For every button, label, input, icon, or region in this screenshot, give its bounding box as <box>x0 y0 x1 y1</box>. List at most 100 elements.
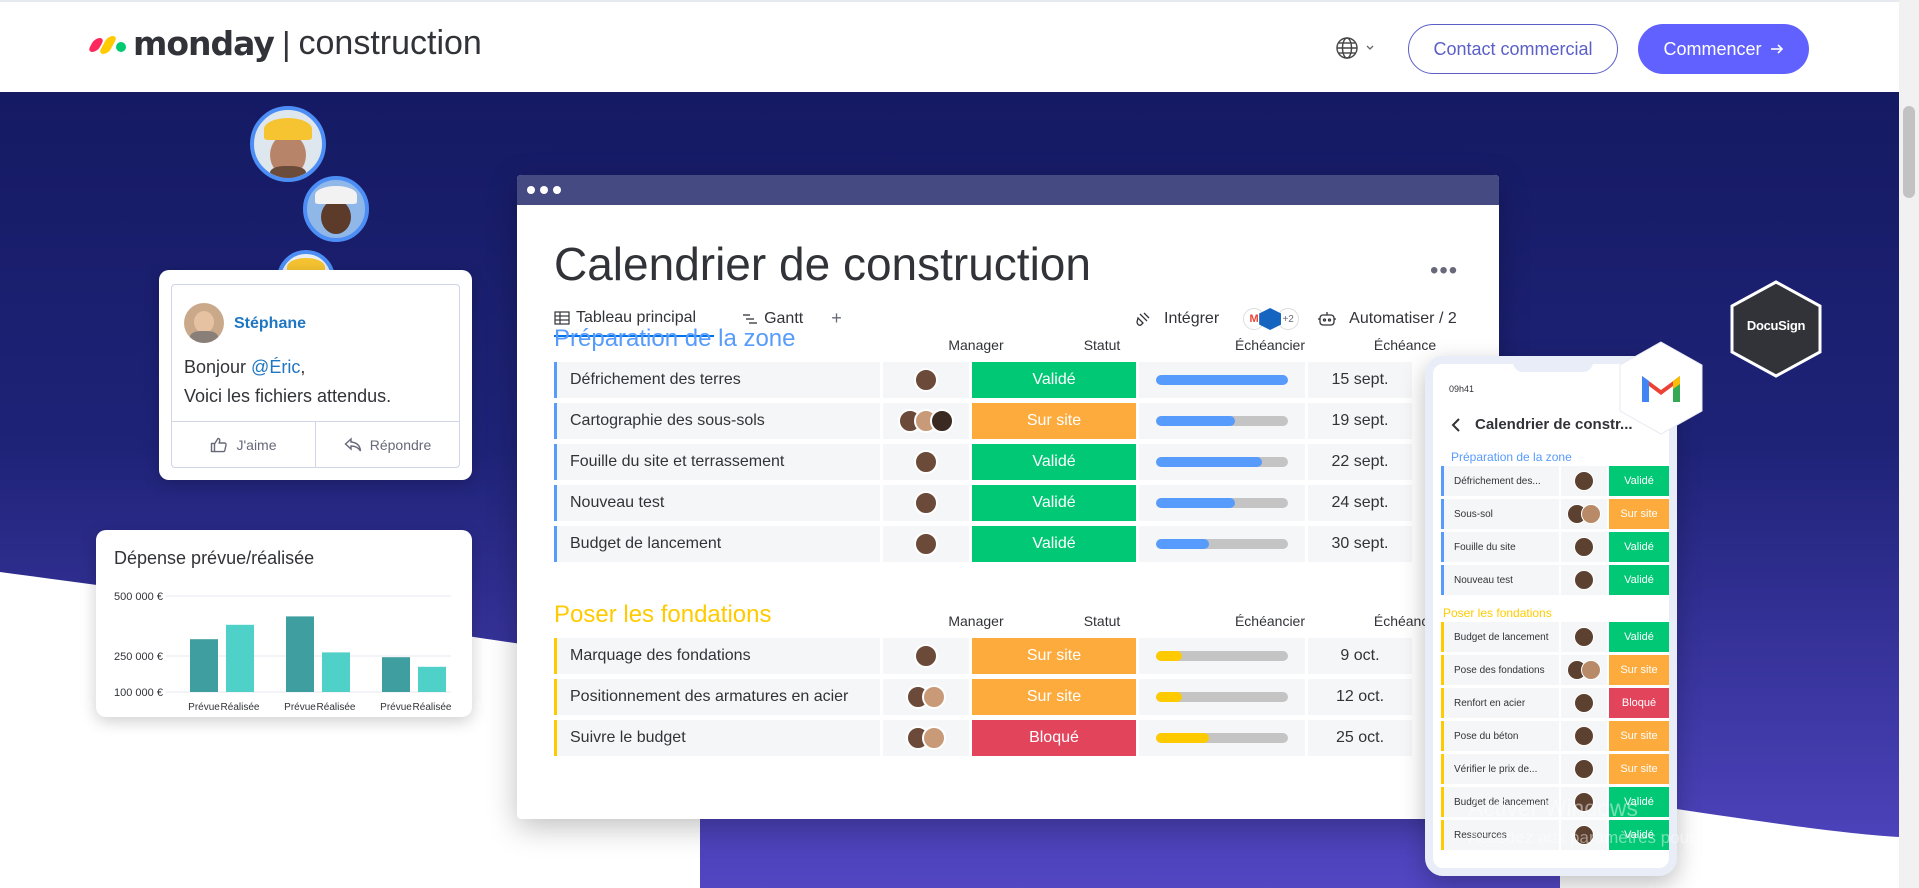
timeline-cell[interactable] <box>1139 362 1305 398</box>
automate-button[interactable]: Automatiser / 2 <box>1349 310 1457 328</box>
post-content: Stéphane Bonjour @Éric, Voici les fichie… <box>171 284 460 468</box>
manager-cell[interactable] <box>883 485 969 521</box>
status-badge[interactable]: Bloqué <box>972 720 1136 756</box>
person-avatar <box>914 532 938 556</box>
timeline-cell[interactable] <box>1139 526 1305 562</box>
task-name[interactable]: Marquage des fondations <box>554 638 880 674</box>
due-date[interactable]: 22 sept. <box>1308 444 1412 480</box>
manager-cell[interactable] <box>883 720 969 756</box>
get-started-label: Commencer <box>1663 38 1762 59</box>
mention-link[interactable]: @Éric <box>251 357 300 377</box>
contact-sales-button[interactable]: Contact commercial <box>1408 24 1618 74</box>
task-name[interactable]: Suivre le budget <box>554 720 880 756</box>
due-date[interactable]: 12 oct. <box>1308 679 1412 715</box>
phone-task-name: Fouille du site <box>1441 532 1559 562</box>
due-date[interactable]: 9 oct. <box>1308 638 1412 674</box>
status-badge[interactable]: Sur site <box>972 638 1136 674</box>
manager-cell[interactable] <box>883 362 969 398</box>
timeline-cell[interactable] <box>1139 444 1305 480</box>
table-row[interactable]: Positionnement des armatures en acier Sur… <box>554 679 1412 715</box>
phone-row[interactable]: Pose des fondations Sur site <box>1441 655 1669 685</box>
table-row[interactable]: Cartographie des sous-sols Sur site 19 sep… <box>554 403 1412 439</box>
brand-logo[interactable]: monday | construction <box>87 24 482 63</box>
language-selector[interactable] <box>1335 36 1375 60</box>
globe-icon <box>1336 37 1358 59</box>
status-badge[interactable]: Validé <box>972 526 1136 562</box>
get-started-button[interactable]: Commencer <box>1638 24 1809 74</box>
person-avatar <box>1574 471 1594 491</box>
due-date[interactable]: 25 oct. <box>1308 720 1412 756</box>
task-name[interactable]: Cartographie des sous-sols <box>554 403 880 439</box>
integration-badges[interactable]: M +2 <box>1243 308 1300 330</box>
timeline-cell[interactable] <box>1139 720 1305 756</box>
phone-status-badge: Sur site <box>1609 655 1669 685</box>
page-scrollbar[interactable] <box>1899 0 1919 888</box>
timeline-fill <box>1156 457 1262 467</box>
phone-task-name: Renfort en acier <box>1441 688 1559 718</box>
manager-cell[interactable] <box>883 679 969 715</box>
phone-row[interactable]: Nouveau test Validé <box>1441 565 1669 595</box>
status-badge[interactable]: Validé <box>972 444 1136 480</box>
status-badge[interactable]: Validé <box>972 362 1136 398</box>
task-name[interactable]: Défrichement des terres <box>554 362 880 398</box>
timeline-cell[interactable] <box>1139 485 1305 521</box>
brand-product: construction <box>298 24 482 62</box>
table-row[interactable]: Suivre le budget Bloqué 25 oct. <box>554 720 1412 756</box>
due-date[interactable]: 30 sept. <box>1308 526 1412 562</box>
manager-cell[interactable] <box>883 403 969 439</box>
table-row[interactable]: Marquage des fondations Sur site 9 oct. <box>554 638 1412 674</box>
author-avatar <box>184 303 224 343</box>
timeline-cell[interactable] <box>1139 638 1305 674</box>
group-title[interactable]: Poser les fondations <box>554 601 771 629</box>
windows-activation-subtitle: Accédez aux paramètres pour activer Wind… <box>1468 828 1828 847</box>
phone-group-title[interactable]: Poser les fondations <box>1443 606 1552 620</box>
task-name[interactable]: Nouveau test <box>554 485 880 521</box>
status-badge[interactable]: Sur site <box>972 679 1136 715</box>
due-date[interactable]: 15 sept. <box>1308 362 1412 398</box>
phone-row[interactable]: Pose du béton Sur site <box>1441 721 1669 751</box>
phone-task-name: Pose du béton <box>1441 721 1559 751</box>
phone-row[interactable]: Budget de lancement Validé <box>1441 622 1669 652</box>
add-view-button[interactable]: + <box>831 308 842 337</box>
due-date[interactable]: 19 sept. <box>1308 403 1412 439</box>
manager-cell[interactable] <box>883 638 969 674</box>
scrollbar-thumb[interactable] <box>1903 106 1915 198</box>
task-name[interactable]: Fouille du site et terrassement <box>554 444 880 480</box>
person-avatar <box>1581 504 1601 524</box>
reply-button[interactable]: Répondre <box>315 422 459 467</box>
task-name[interactable]: Positionnement des armatures en acier <box>554 679 880 715</box>
tab-main-table-label: Tableau principal <box>576 308 697 326</box>
integrate-button[interactable]: Intégrer <box>1164 310 1219 328</box>
phone-group-title[interactable]: Préparation de la zone <box>1451 450 1572 464</box>
timeline-cell[interactable] <box>1139 679 1305 715</box>
timeline-bar <box>1156 692 1288 702</box>
person-avatar <box>1574 693 1594 713</box>
manager-cell[interactable] <box>883 444 969 480</box>
group-title[interactable]: Préparation de la zone <box>554 325 796 353</box>
due-date[interactable]: 24 sept. <box>1308 485 1412 521</box>
status-badge[interactable]: Validé <box>972 485 1136 521</box>
person-avatar <box>914 644 938 668</box>
phone-row[interactable]: Renfort en acier Bloqué <box>1441 688 1669 718</box>
phone-row[interactable]: Sous-sol Sur site <box>1441 499 1669 529</box>
status-badge[interactable]: Sur site <box>972 403 1136 439</box>
back-chevron-icon[interactable] <box>1451 417 1461 432</box>
reply-icon <box>344 436 361 451</box>
person-avatar <box>914 450 938 474</box>
like-button[interactable]: J'aime <box>172 422 315 467</box>
board-more-menu-icon[interactable]: ••• <box>1430 257 1458 285</box>
table-row[interactable]: Budget de lancement Validé 30 sept. <box>554 526 1412 562</box>
person-avatar <box>1574 570 1594 590</box>
table-row[interactable]: Défrichement des terres Validé 15 sept. <box>554 362 1412 398</box>
robot-icon <box>1318 312 1337 326</box>
table-row[interactable]: Nouveau test Validé 24 sept. <box>554 485 1412 521</box>
person-avatar <box>914 368 938 392</box>
phone-task-name: Budget de lancement <box>1441 622 1559 652</box>
table-row[interactable]: Fouille du site et terrassement Validé 22 … <box>554 444 1412 480</box>
phone-row[interactable]: Vérifier le prix de... Sur site <box>1441 754 1669 784</box>
timeline-cell[interactable] <box>1139 403 1305 439</box>
phone-row[interactable]: Fouille du site Validé <box>1441 532 1669 562</box>
manager-cell[interactable] <box>883 526 969 562</box>
phone-row[interactable]: Défrichement des... Validé <box>1441 466 1669 496</box>
task-name[interactable]: Budget de lancement <box>554 526 880 562</box>
